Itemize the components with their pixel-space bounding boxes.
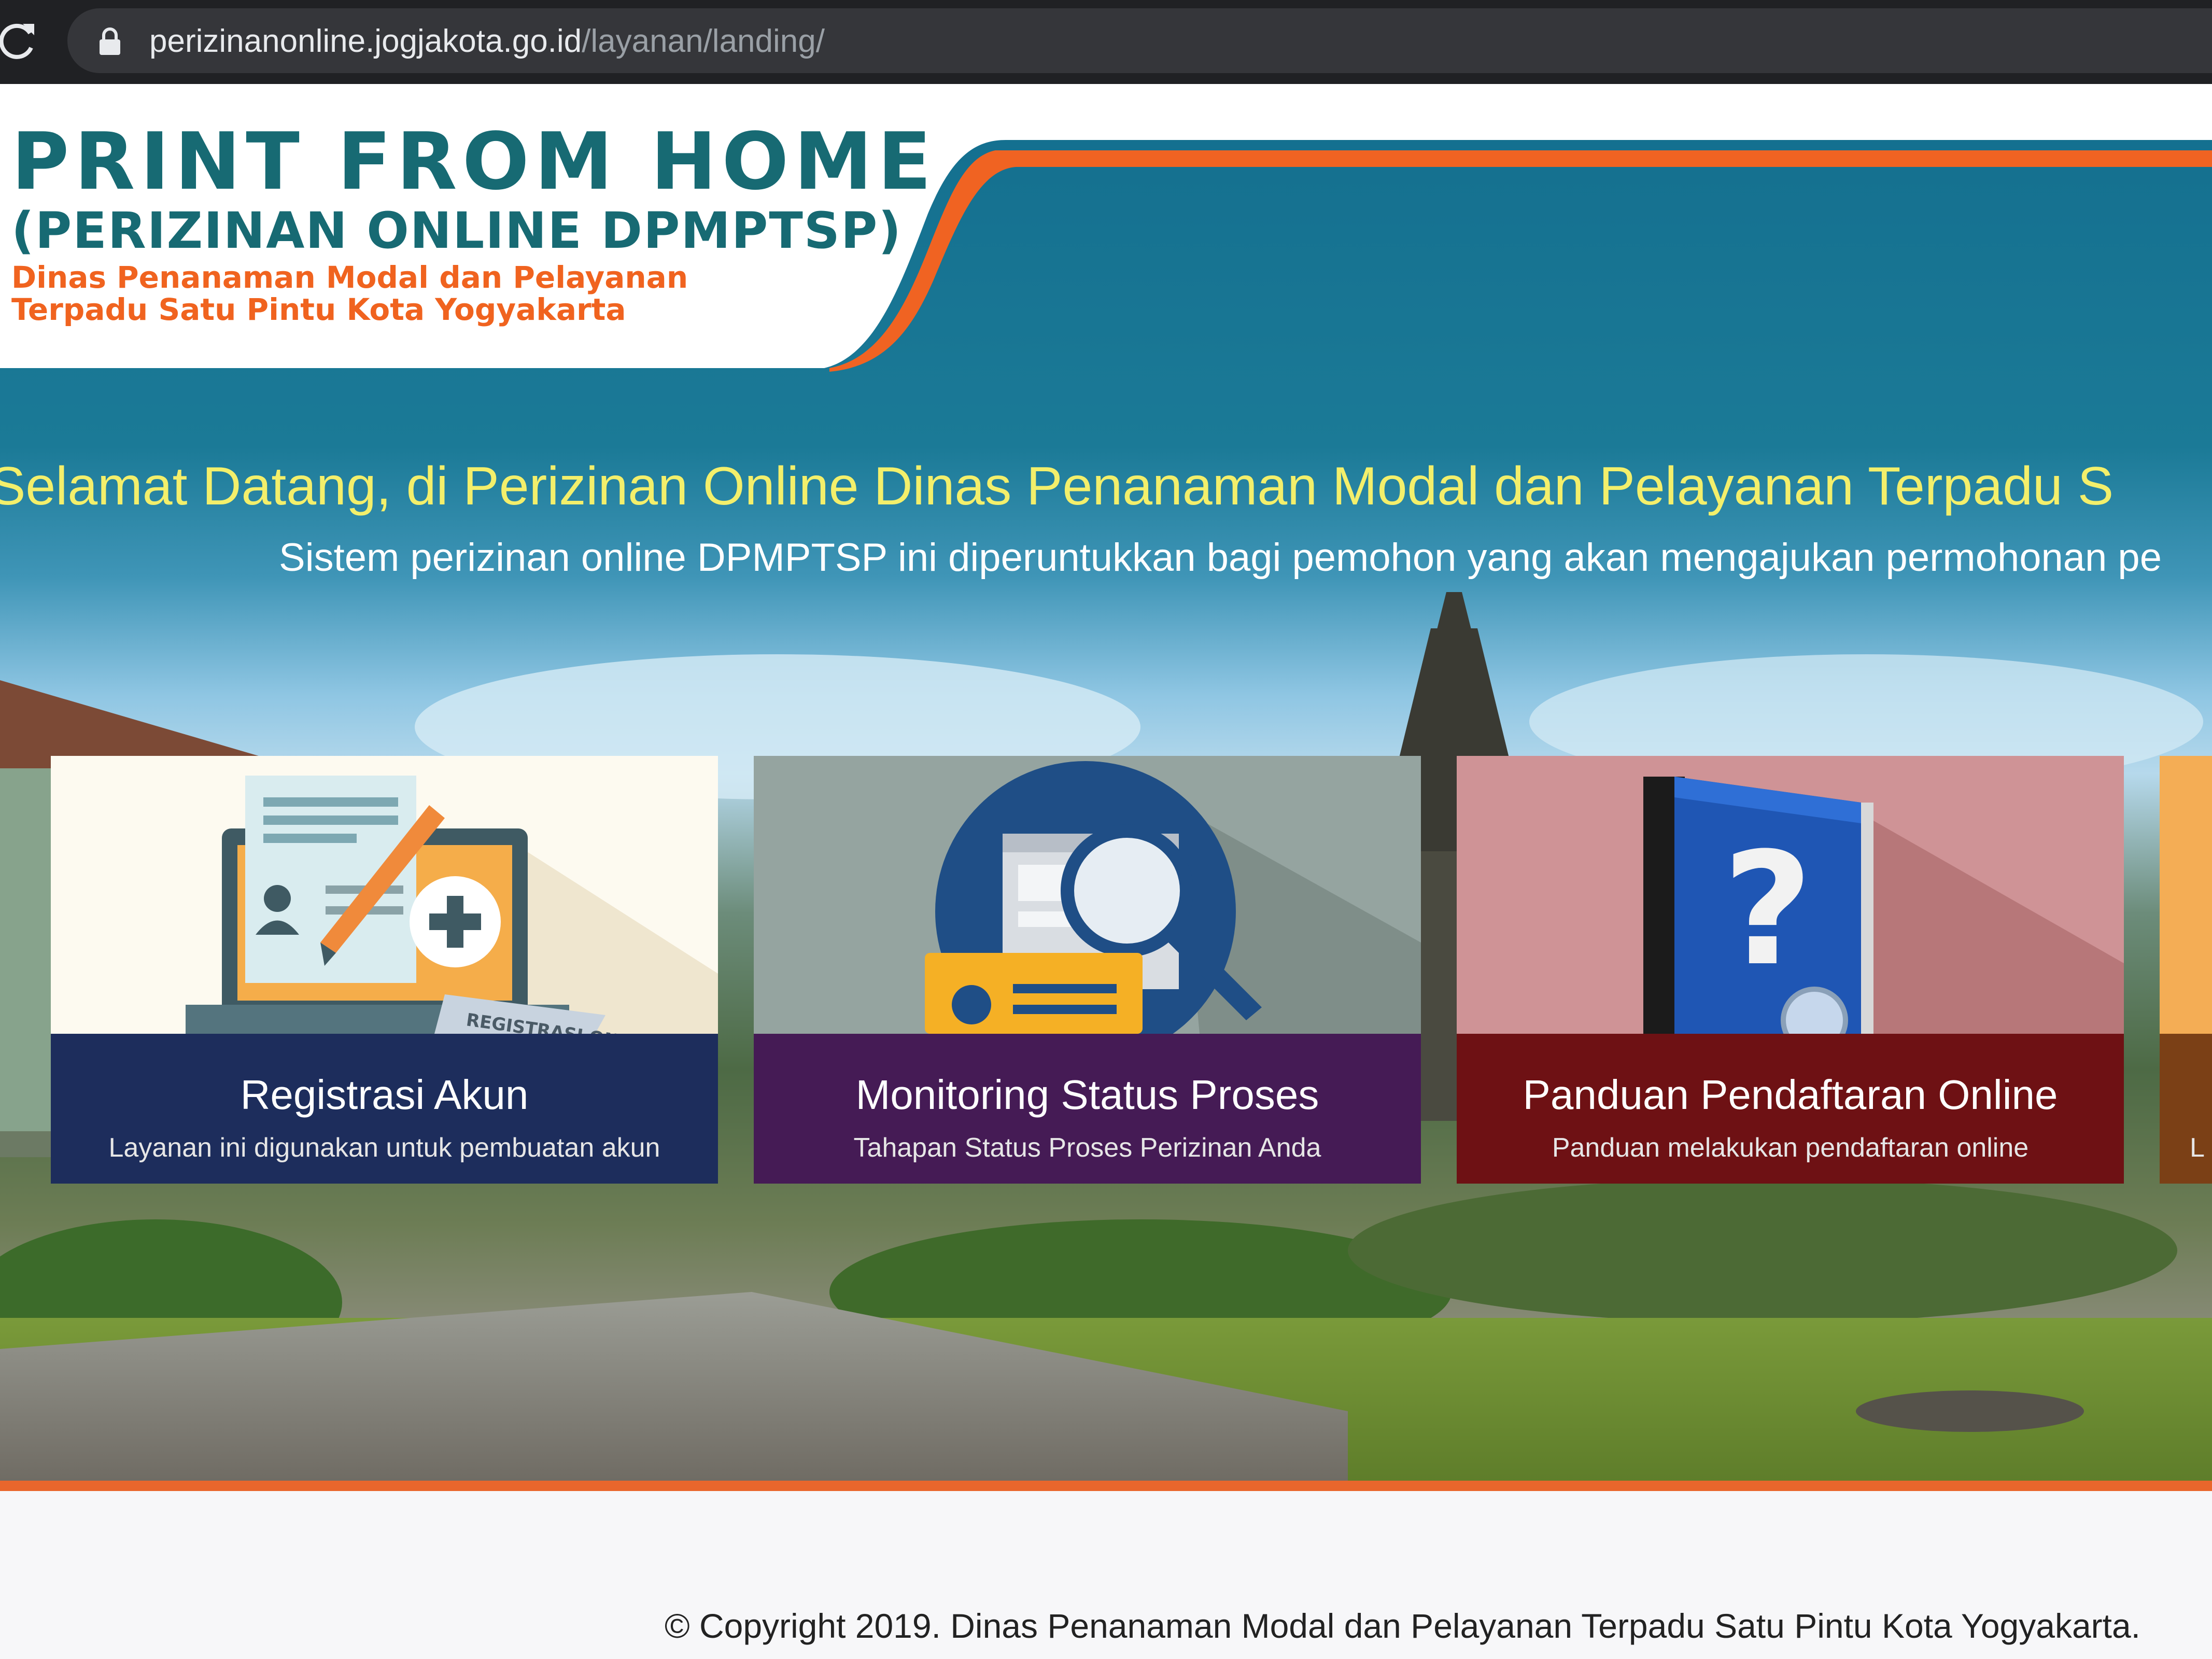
footer-divider (0, 1481, 2212, 1491)
card-description: Tahapan Status Proses Perizinan Anda (853, 1133, 1321, 1163)
card-description: L (2190, 1133, 2205, 1163)
reload-icon[interactable] (0, 20, 36, 61)
card-art: REGISTRASI ONLINE (51, 756, 718, 1034)
logo-subtitle: (PERIZINAN ONLINE DPMPTSP) (11, 202, 903, 260)
logo-title: PRINT FROM HOME (11, 116, 937, 207)
card-art (2160, 756, 2212, 1034)
lock-icon (100, 27, 120, 55)
svg-text:?: ? (1723, 819, 1813, 1000)
card-caption: Monitoring Status Proses Tahapan Status … (754, 1034, 1421, 1184)
card-title: Panduan Pendaftaran Online (1523, 1072, 2058, 1118)
card-registrasi-akun[interactable]: REGISTRASI ONLINE Registrasi Akun Layana… (51, 756, 718, 1184)
card-monitoring-status-proses[interactable]: Monitoring Status Proses Tahapan Status … (754, 756, 1421, 1184)
copyright-text: © Copyright 2019. Dinas Penanaman Modal … (665, 1607, 2141, 1645)
url-host: perizinanonline.jogjakota.go.id (149, 23, 582, 59)
card-title: Registrasi Akun (240, 1072, 529, 1118)
card-art: ? (1457, 756, 2124, 1034)
welcome-marquee: Selamat Datang, di Perizinan Online Dina… (0, 456, 2114, 516)
card-description: Panduan melakukan pendaftaran online (1552, 1133, 2029, 1163)
card-partial[interactable]: L (2160, 756, 2212, 1184)
intro-text: Sistem perizinan online DPMPTSP ini dipe… (279, 536, 2162, 580)
address-url[interactable]: perizinanonline.jogjakota.go.id/layanan/… (149, 21, 825, 62)
card-description: Layanan ini digunakan untuk pembuatan ak… (108, 1133, 660, 1163)
monitoring-illustration (925, 761, 1421, 1034)
browser-toolbar: perizinanonline.jogjakota.go.id/layanan/… (0, 0, 2212, 84)
card-panduan-pendaftaran-online[interactable]: ? Panduan Pendaftaran Online Panduan mel… (1457, 756, 2124, 1184)
help-book-illustration: ? (1643, 777, 2124, 1034)
registration-illustration: REGISTRASI ONLINE (186, 776, 718, 1034)
card-caption: L (2160, 1034, 2212, 1184)
card-art (754, 756, 1421, 1034)
landing-page: PRINT FROM HOME (PERIZINAN ONLINE DPMPTS… (0, 84, 2212, 1659)
url-path: /layanan/landing/ (582, 23, 825, 59)
hero-section: PRINT FROM HOME (PERIZINAN ONLINE DPMPTS… (0, 84, 2212, 1484)
footer: © Copyright 2019. Dinas Penanaman Modal … (0, 1491, 2212, 1659)
logo-agency-name: Dinas Penanaman Modal dan Pelayanan Terp… (11, 260, 688, 327)
card-caption: Registrasi Akun Layanan ini digunakan un… (51, 1034, 718, 1184)
card-title: Monitoring Status Proses (855, 1072, 1319, 1118)
card-caption: Panduan Pendaftaran Online Panduan melak… (1457, 1034, 2124, 1184)
